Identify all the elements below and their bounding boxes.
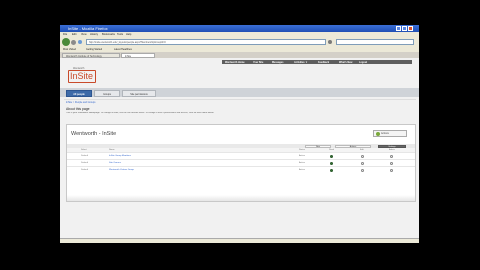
row-select[interactable]: Default bbox=[81, 155, 88, 157]
menu-history[interactable]: History bbox=[90, 33, 98, 36]
menu-help[interactable]: Help bbox=[126, 33, 131, 36]
row-name-link[interactable]: Wentworth Visitors Group bbox=[109, 169, 134, 171]
minimize-icon[interactable] bbox=[396, 26, 401, 31]
menu-tools[interactable]: Tools bbox=[117, 33, 123, 36]
row-status: Active bbox=[299, 162, 305, 165]
row-status: Active bbox=[299, 155, 305, 158]
admin-radio[interactable] bbox=[390, 162, 393, 165]
breadcrumb[interactable]: InSite > People and Groups bbox=[66, 101, 95, 104]
row-name-link[interactable]: InSite Group Members bbox=[109, 155, 131, 157]
column-select[interactable]: Select bbox=[81, 149, 87, 151]
column-name[interactable]: Name bbox=[109, 149, 115, 151]
panel-title: Wentworth - InSite bbox=[71, 131, 117, 137]
admin-radio[interactable] bbox=[390, 169, 393, 172]
tab-all-people[interactable]: All people bbox=[66, 89, 92, 97]
title-bar: InSite - Mozilla Firefox bbox=[60, 25, 419, 32]
bookmark-most-visited[interactable]: Most Visited bbox=[63, 48, 76, 51]
edit-radio[interactable] bbox=[361, 169, 364, 172]
close-icon[interactable] bbox=[408, 26, 413, 31]
admin-radio[interactable] bbox=[390, 155, 393, 158]
browser-window: InSite - Mozilla Firefox File Edit View … bbox=[60, 25, 419, 243]
bookmark-latest-headlines[interactable]: Latest Headlines bbox=[114, 48, 132, 51]
forward-icon[interactable] bbox=[71, 39, 76, 45]
bookmark-getting-started[interactable]: Getting Started bbox=[86, 48, 102, 51]
insite-logo[interactable]: Wentworth InSite bbox=[68, 67, 98, 85]
topnav-whats-new[interactable]: What's New bbox=[339, 61, 352, 64]
row-name-link[interactable]: Site Owners bbox=[109, 162, 121, 164]
topnav-activities[interactable]: Activities ▼ bbox=[294, 61, 308, 64]
page-tab-bar: All people Groups Site permissions bbox=[60, 88, 419, 97]
panel-footer bbox=[67, 195, 415, 201]
menu-edit[interactable]: Edit bbox=[72, 33, 76, 36]
back-icon[interactable] bbox=[62, 38, 70, 46]
row-select[interactable]: Default bbox=[81, 162, 88, 164]
column-status[interactable]: Status bbox=[299, 149, 305, 151]
people-panel: Wentworth - InSite Actions New Actions S… bbox=[66, 124, 416, 202]
menu-bookmarks[interactable]: Bookmarks bbox=[102, 33, 115, 36]
topnav-messages[interactable]: Messages bbox=[272, 61, 283, 64]
tab-site-permissions[interactable]: Site permissions bbox=[122, 89, 156, 97]
maximize-icon[interactable] bbox=[402, 26, 407, 31]
edit-radio[interactable] bbox=[361, 162, 364, 165]
about-description: This is your Wentworth Homepage. To chan… bbox=[66, 112, 214, 114]
divider bbox=[64, 99, 416, 100]
status-bar bbox=[60, 238, 419, 243]
reload-icon[interactable] bbox=[78, 40, 82, 44]
table-row: Default Wentworth Visitors Group Active bbox=[67, 166, 415, 174]
column-admin[interactable]: Admin bbox=[389, 149, 395, 151]
read-radio[interactable] bbox=[330, 155, 333, 158]
menu-file[interactable]: File bbox=[63, 33, 67, 36]
site-top-nav: Wentworth Home Your Site Messages Activi… bbox=[222, 60, 412, 64]
topnav-wentworth-home[interactable]: Wentworth Home bbox=[225, 61, 245, 64]
read-radio[interactable] bbox=[330, 169, 333, 172]
row-select[interactable]: Default bbox=[81, 169, 88, 171]
column-read[interactable]: Read bbox=[329, 149, 334, 151]
edit-radio[interactable] bbox=[361, 155, 364, 158]
read-radio[interactable] bbox=[330, 162, 333, 165]
topnav-your-site[interactable]: Your Site bbox=[253, 61, 263, 64]
address-bar[interactable]: http://insite.wentworth.edu/_layouts/peo… bbox=[86, 39, 326, 45]
topnav-feedback[interactable]: Feedback bbox=[318, 61, 329, 64]
tab-groups[interactable]: Groups bbox=[94, 89, 120, 97]
logo-main-text: InSite bbox=[68, 70, 96, 83]
add-icon bbox=[375, 132, 380, 137]
row-status: Active bbox=[299, 169, 305, 172]
search-input[interactable] bbox=[336, 39, 414, 45]
actions-button[interactable]: Actions bbox=[373, 130, 407, 137]
go-icon[interactable] bbox=[328, 40, 332, 44]
about-title: About this page bbox=[66, 107, 90, 111]
window-title: InSite - Mozilla Firefox bbox=[68, 26, 108, 31]
menu-view[interactable]: View bbox=[81, 33, 87, 36]
topnav-logout[interactable]: Logout bbox=[359, 61, 367, 64]
actions-button-label: Actions bbox=[381, 132, 389, 135]
page-content: Wentworth Home Your Site Messages Activi… bbox=[60, 58, 419, 238]
column-edit[interactable]: Edit bbox=[360, 149, 364, 151]
